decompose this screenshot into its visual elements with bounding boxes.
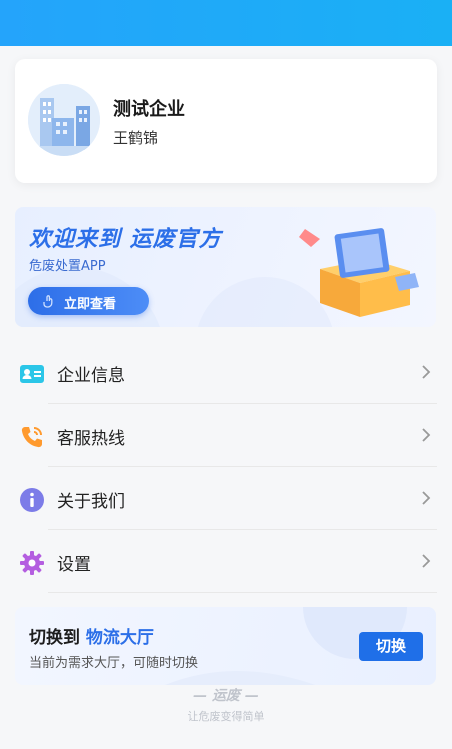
- footer-logo-text: 运废: [212, 688, 240, 704]
- gear-icon: [20, 551, 44, 575]
- menu-item-about-us[interactable]: 关于我们: [0, 468, 452, 530]
- menu-label-service-hotline: 客服热线: [57, 429, 125, 449]
- menu-label-settings: 设置: [57, 555, 91, 575]
- divider: [48, 592, 437, 593]
- switch-button[interactable]: 切换: [359, 632, 423, 661]
- switch-subtitle: 当前为需求大厅，可随时切换: [29, 656, 199, 671]
- divider: [48, 466, 437, 467]
- switch-title-prefix: 切换到: [29, 628, 86, 648]
- view-now-label: 立即查看: [64, 297, 117, 312]
- chevron-right-icon: [422, 491, 431, 505]
- menu-item-service-hotline[interactable]: 客服热线: [0, 405, 452, 467]
- profile-card[interactable]: 测试企业 王鹤锦: [15, 59, 437, 183]
- menu-item-company-info[interactable]: 企业信息: [0, 342, 452, 404]
- info-icon: [20, 488, 44, 512]
- company-name: 测试企业: [113, 99, 185, 120]
- menu-item-settings[interactable]: 设置: [0, 531, 452, 593]
- menu-label-about-us: 关于我们: [57, 492, 125, 512]
- switch-title-highlight: 物流大厅: [85, 628, 154, 648]
- divider: [48, 529, 437, 530]
- switch-hall-card: 切换到 物流大厅 当前为需求大厅，可随时切换 切换: [15, 607, 436, 685]
- chevron-right-icon: [422, 554, 431, 568]
- id-card-icon: [20, 365, 44, 383]
- footer-slogan: 让危废变得简单: [187, 710, 265, 723]
- view-now-button[interactable]: 立即查看: [28, 287, 149, 315]
- menu-label-company-info: 企业信息: [57, 366, 125, 386]
- touch-icon: [43, 295, 53, 308]
- welcome-banner[interactable]: 欢迎来到 运废官方 危废处置APP 立即查看: [15, 207, 436, 327]
- footer-logo: — 运废 —: [193, 688, 259, 704]
- top-status-bar: [0, 0, 452, 46]
- chevron-right-icon: [422, 428, 431, 442]
- user-name: 王鹤锦: [113, 129, 159, 147]
- divider: [48, 403, 437, 404]
- banner-subtitle: 危废处置APP: [29, 259, 106, 274]
- company-avatar: [28, 84, 100, 156]
- banner-title: 欢迎来到 运废官方: [29, 227, 222, 252]
- chevron-right-icon: [422, 365, 431, 379]
- phone-icon: [21, 427, 42, 448]
- switch-title: 切换到 物流大厅: [29, 623, 154, 648]
